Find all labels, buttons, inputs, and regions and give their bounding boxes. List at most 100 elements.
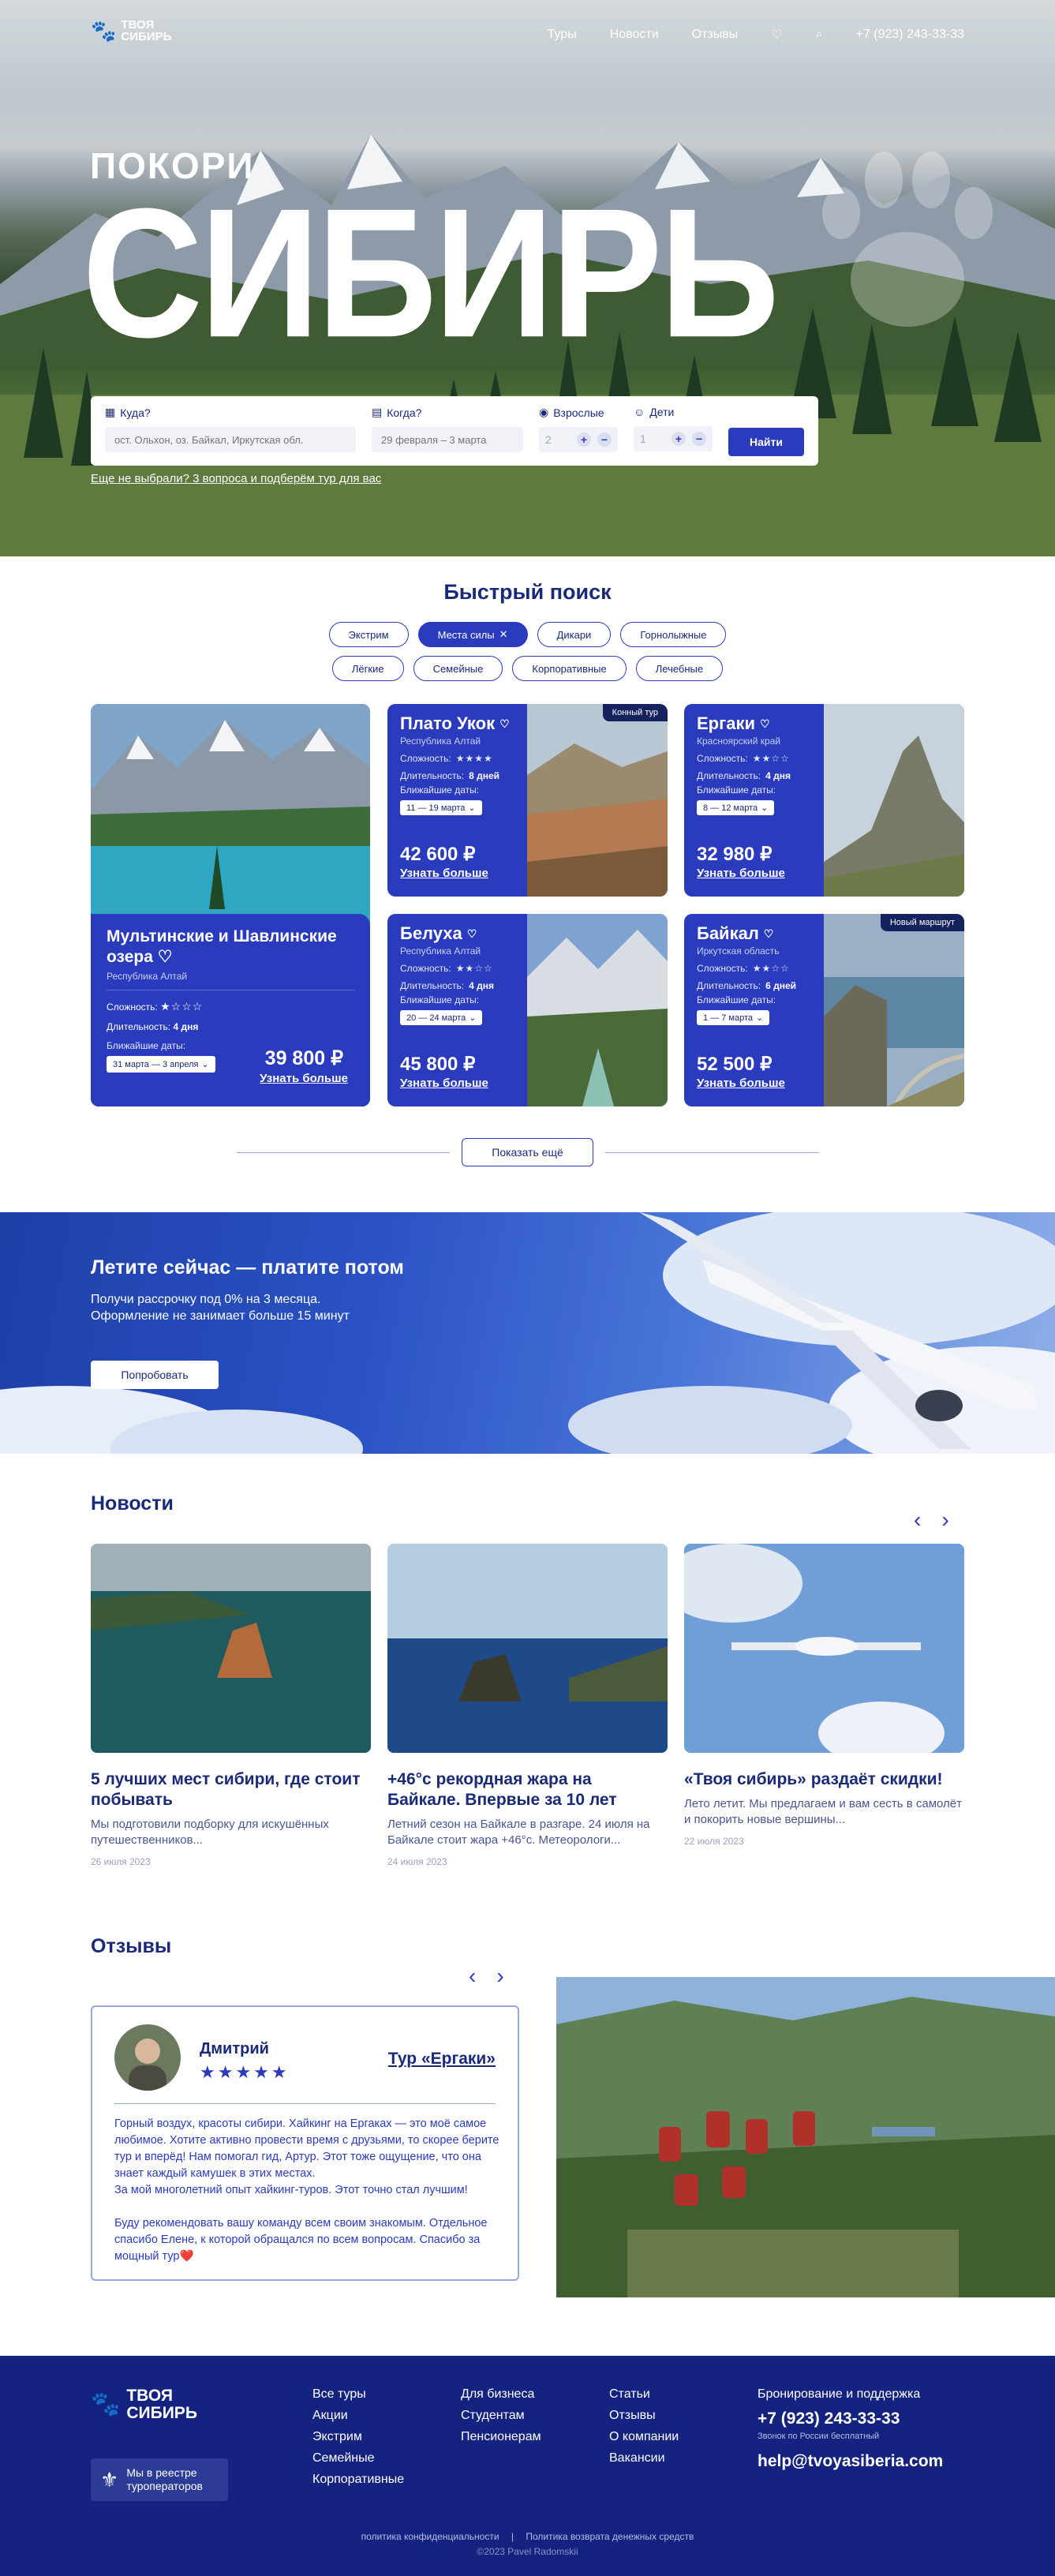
promo-line1: Получи рассрочку под 0% на 3 месяца. (91, 1293, 321, 1306)
refund-link[interactable]: Политика возврата денежных средств (526, 2531, 694, 2542)
close-icon[interactable]: ✕ (499, 628, 508, 641)
heart-icon[interactable]: ♡ (158, 948, 173, 966)
tour-card-baikal[interactable]: Новый маршрут Байкал ♡ Иркутская область … (684, 914, 964, 1106)
dates-dropdown[interactable]: 1 — 7 марта ⌄ (697, 1010, 770, 1025)
footer-link[interactable]: Все туры (312, 2387, 404, 2402)
news-card[interactable]: «Твоя сибирь» раздаёт скидки! Лето летит… (660, 1544, 964, 1847)
heart-icon[interactable]: ♡ (499, 717, 510, 731)
footer-link[interactable]: О компании (609, 2430, 679, 2444)
chevron-left-icon[interactable]: ‹ (914, 1507, 921, 1533)
difficulty-label: Сложность: (400, 963, 451, 974)
review-card: Дмитрий ★★★★★ Тур «Ергаки» Горный воздух… (91, 2005, 519, 2281)
tour-card-ergaki[interactable]: Ергаки ♡ Красноярский край Сложность: ★★☆☆… (684, 704, 964, 897)
footer-link[interactable]: Студентам (461, 2409, 541, 2423)
chip-wild[interactable]: Дикари (537, 622, 612, 647)
chip-easy[interactable]: Лёгкие (331, 656, 404, 681)
dates-label: Ближайшие даты: (400, 784, 480, 796)
duration-label: Длительность: (400, 770, 465, 781)
plus-icon[interactable]: + (577, 432, 591, 447)
chip-extreme[interactable]: Экстрим (328, 622, 409, 647)
logo-line2: СИБИРЬ (121, 30, 172, 43)
review-tour-link[interactable]: Тур «Ергаки» (388, 2050, 496, 2069)
chip-corporate[interactable]: Корпоративные (512, 656, 627, 681)
learn-more-link[interactable]: Узнать больше (697, 1076, 785, 1090)
chevron-right-icon[interactable]: › (941, 1507, 948, 1533)
show-more-row: Показать ещё (237, 1138, 818, 1166)
minus-icon[interactable]: − (692, 432, 706, 446)
reviewer-name: Дмитрий (200, 2040, 269, 2057)
nav-reviews[interactable]: Отзывы (692, 28, 739, 42)
heart-icon[interactable]: ♡ (467, 927, 477, 941)
where-input[interactable] (105, 427, 356, 452)
news-title-text[interactable]: +46°с рекордная жара на Байкале. Впервые… (387, 1769, 668, 1810)
learn-more-link[interactable]: Узнать больше (697, 867, 785, 880)
chevron-left-icon[interactable]: ‹ (469, 1964, 476, 1989)
featured-name-text: Мультинские и Шавлинские озера (107, 927, 337, 966)
search-icon[interactable]: ⌕ (816, 28, 823, 42)
dates-dropdown[interactable]: 20 — 24 марта ⌄ (400, 1010, 483, 1025)
show-more-button[interactable]: Показать ещё (462, 1138, 593, 1166)
adults-stepper[interactable]: 2 + − (539, 427, 618, 452)
news-title-text[interactable]: «Твоя сибирь» раздаёт скидки! (684, 1769, 964, 1790)
dates-dropdown[interactable]: 8 — 12 марта ⌄ (697, 800, 775, 815)
tour-name: Плато Укок (400, 713, 496, 733)
heart-icon[interactable]: ♡ (771, 27, 782, 43)
footer-link[interactable]: Отзывы (609, 2409, 679, 2423)
footer-phone[interactable]: +7 (923) 243-33-33 (758, 2409, 943, 2428)
header-phone[interactable]: +7 (923) 243-33-33 (856, 28, 964, 42)
minus-icon[interactable]: − (597, 432, 612, 447)
tour-card-ukok[interactable]: Конный тур Плато Укок ♡ Республика Алтай … (387, 704, 668, 897)
chevron-down-icon: ⌄ (201, 1060, 209, 1069)
review-arrows: ‹ › (469, 1964, 504, 1989)
featured-tour-card[interactable]: Мультинские и Шавлинские озера ♡ Республ… (91, 704, 370, 1106)
featured-info: Мультинские и Шавлинские озера ♡ Республ… (91, 914, 370, 1106)
footer-link[interactable]: Для бизнеса (461, 2387, 541, 2402)
chip-family[interactable]: Семейные (413, 656, 503, 681)
logo[interactable]: 🐾 ТВОЯ СИБИРЬ (91, 19, 171, 43)
footer-link[interactable]: Вакансии (609, 2451, 679, 2466)
news-date: 22 июля 2023 (684, 1836, 744, 1847)
quiz-link[interactable]: Еще не выбрали? 3 вопроса и подберём тур… (91, 472, 381, 485)
heart-icon[interactable]: ♡ (764, 927, 774, 941)
chip-ski[interactable]: Горнолыжные (620, 622, 727, 647)
footer-email[interactable]: help@tvoyasiberia.com (758, 2452, 943, 2471)
nav-tours[interactable]: Туры (548, 28, 577, 42)
dates-dropdown[interactable]: 11 — 19 марта ⌄ (400, 800, 482, 815)
footer-link[interactable]: Пенсионерам (461, 2430, 541, 2444)
tour-badge: Конный тур (602, 704, 668, 721)
chips-row-2: Лёгкие Семейные Корпоративные Лечебные (0, 656, 1055, 681)
find-button[interactable]: Найти (728, 428, 804, 456)
footer-logo[interactable]: 🐾 ТВОЯ СИБИРЬ (91, 2387, 197, 2422)
chevron-right-icon[interactable]: › (496, 1964, 503, 1989)
news-card[interactable]: 5 лучших мест сибири, где стоит побывать… (91, 1544, 371, 1867)
plus-icon[interactable]: + (672, 432, 686, 446)
nav-news[interactable]: Новости (610, 28, 659, 42)
chip-health[interactable]: Лечебные (635, 656, 724, 681)
footer-link[interactable]: Корпоративные (312, 2473, 404, 2487)
chip-places-of-power[interactable]: Места силы ✕ (417, 622, 528, 647)
learn-more-link[interactable]: Узнать больше (400, 1076, 488, 1090)
footer-link[interactable]: Семейные (312, 2451, 404, 2466)
news-card[interactable]: +46°с рекордная жара на Байкале. Впервые… (387, 1544, 668, 1867)
tour-name: Белуха (400, 923, 462, 943)
footer-link[interactable]: Экстрим (312, 2430, 404, 2444)
when-input[interactable] (372, 427, 523, 452)
dates-dropdown[interactable]: 31 марта — 3 апреля ⌄ (107, 1056, 215, 1073)
tour-card-belukha[interactable]: Белуха ♡ Республика Алтай Сложность: ★★☆☆ … (387, 914, 668, 1106)
registry-line2: туроператоров (126, 2480, 203, 2492)
try-button[interactable]: Попробовать (91, 1361, 219, 1389)
learn-more-link[interactable]: Узнать больше (400, 867, 488, 880)
tour-name: Байкал (697, 923, 759, 943)
footer-link[interactable]: Статьи (609, 2387, 679, 2402)
review-text: Горный воздух, красоты сибири. Хайкинг н… (114, 2117, 499, 2263)
news-title-text[interactable]: 5 лучших мест сибири, где стоит побывать (91, 1769, 371, 1810)
kids-stepper[interactable]: 1 + − (634, 426, 713, 451)
baikal-image (824, 914, 964, 1106)
featured-region: Республика Алтай (107, 971, 188, 982)
learn-more-link[interactable]: Узнать больше (260, 1072, 348, 1085)
registry-badge[interactable]: ⚜ Мы в реестре туроператоров (91, 2458, 228, 2501)
heart-icon[interactable]: ♡ (760, 717, 770, 731)
review-stars: ★★★★★ (200, 2062, 290, 2082)
privacy-link[interactable]: политика конфиденциальности (361, 2531, 499, 2542)
footer-link[interactable]: Акции (312, 2409, 404, 2423)
